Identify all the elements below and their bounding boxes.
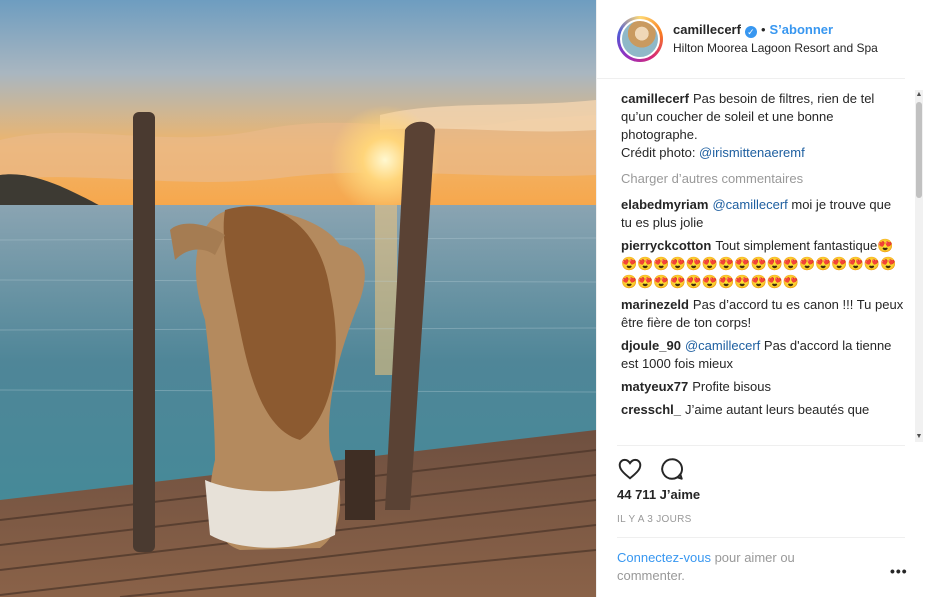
- follow-button[interactable]: S’abonner: [770, 22, 834, 37]
- divider: [617, 537, 905, 538]
- comment-user[interactable]: pierryckcotton: [621, 238, 711, 253]
- comment-mention[interactable]: @camillecerf: [685, 338, 760, 353]
- comment-item: cresschl_ J’aime autant leurs beautés que: [621, 401, 905, 419]
- sunset-photo: [0, 0, 596, 597]
- comment-item: elabedmyriam @camillecerf moi je trouve q…: [621, 196, 905, 232]
- avatar[interactable]: [620, 19, 660, 59]
- comment-item: matyeux77 Profite bisous: [621, 378, 905, 396]
- speech-bubble-icon[interactable]: [659, 456, 685, 482]
- story-ring[interactable]: [617, 16, 663, 62]
- login-link[interactable]: Connectez-vous: [617, 550, 711, 565]
- comment-item: pierryckcotton Tout simplement fantastiqu…: [621, 237, 905, 291]
- caption-mention[interactable]: @irismittenaeremf: [699, 145, 805, 160]
- comment-user[interactable]: elabedmyriam: [621, 197, 708, 212]
- comment-mention[interactable]: @camillecerf: [712, 197, 787, 212]
- divider: [617, 445, 905, 446]
- post-sidebar: camillecerf ✓ • S’abonner Hilton Moorea Lag…: [596, 0, 925, 597]
- location-link[interactable]: Hilton Moorea Lagoon Resort and Spa: [673, 39, 878, 57]
- scroll-down-arrow-icon[interactable]: ▼: [915, 432, 923, 442]
- likes-count[interactable]: 44 711 J’aime: [617, 487, 700, 502]
- caption-user[interactable]: camillecerf: [621, 91, 689, 106]
- comment-user[interactable]: cresschl_: [621, 402, 681, 417]
- scroll-up-arrow-icon[interactable]: ▲: [915, 90, 923, 100]
- header-separator: •: [760, 22, 766, 37]
- more-options-icon[interactable]: •••: [890, 563, 908, 579]
- comment-text: J’aime autant leurs beautés que: [685, 402, 870, 417]
- post-photo[interactable]: [0, 0, 596, 597]
- caption: camillecerf Pas besoin de filtres, rien d…: [621, 90, 905, 162]
- comment-item: marinezeld Pas d’accord tu es canon !!! T…: [621, 296, 905, 332]
- post-time[interactable]: IL Y A 3 JOURS: [617, 514, 692, 525]
- heart-icon[interactable]: [617, 456, 643, 482]
- caption-credit: Crédit photo:: [621, 145, 700, 160]
- username[interactable]: camillecerf: [673, 22, 741, 37]
- comment-user[interactable]: marinezeld: [621, 297, 689, 312]
- post-header: camillecerf ✓ • S’abonner Hilton Moorea Lag…: [597, 0, 905, 79]
- action-bar: [617, 456, 685, 482]
- comments-scrollbar[interactable]: ▲ ▼: [913, 90, 923, 442]
- comment-text: Profite bisous: [692, 379, 771, 394]
- comment-user[interactable]: djoule_90: [621, 338, 681, 353]
- load-more-comments[interactable]: Charger d’autres commentaires: [621, 170, 905, 188]
- comment-item: djoule_90 @camillecerf Pas d'accord la ti…: [621, 337, 905, 373]
- header-info: camillecerf ✓ • S’abonner Hilton Moorea Lag…: [673, 21, 878, 57]
- instagram-post: camillecerf ✓ • S’abonner Hilton Moorea Lag…: [0, 0, 925, 597]
- login-prompt: Connectez-vous pour aimer ou commenter.: [617, 549, 857, 585]
- comments-list[interactable]: camillecerf Pas besoin de filtres, rien d…: [621, 90, 905, 442]
- comment-user[interactable]: matyeux77: [621, 379, 688, 394]
- scrollbar-thumb[interactable]: [916, 102, 922, 198]
- verified-badge-icon: ✓: [744, 26, 757, 38]
